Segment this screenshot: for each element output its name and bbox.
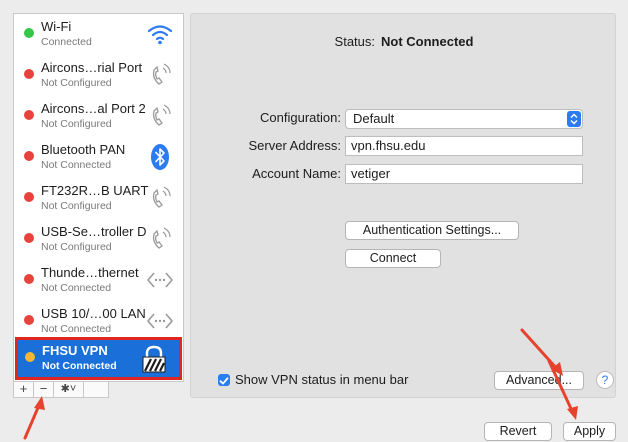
service-fhsu-vpn[interactable]: FHSU VPN Not Connected	[15, 337, 182, 380]
service-status: Not Configured	[41, 241, 112, 253]
wifi-icon	[147, 25, 173, 45]
service-status: Not Connected	[41, 282, 112, 294]
service-aircons-serial-port[interactable]: Aircons…rial Port Not Configured	[14, 55, 183, 96]
service-status: Not Connected	[42, 360, 117, 372]
status-dot	[25, 352, 35, 362]
revert-button[interactable]: Revert	[484, 422, 552, 441]
service-status: Not Configured	[41, 200, 112, 212]
bluetooth-icon	[151, 144, 169, 170]
service-name: Aircons…rial Port	[41, 60, 143, 75]
status-dot	[24, 69, 34, 79]
status-dot	[24, 110, 34, 120]
service-status: Not Connected	[41, 323, 112, 335]
phone-icon	[152, 227, 171, 249]
service-status: Not Configured	[41, 77, 112, 89]
status-dot	[24, 192, 34, 202]
configuration-select[interactable]: Default	[345, 109, 583, 129]
service-name: FT232R…B UART	[41, 183, 149, 198]
service-name: Thunde…thernet	[41, 265, 139, 280]
add-service-button[interactable]: +	[14, 382, 34, 397]
gear-menu-button[interactable]: ✱˅	[54, 382, 84, 397]
configuration-label: Configuration:	[260, 110, 341, 125]
service-wifi[interactable]: Wi-Fi Connected	[14, 14, 183, 55]
show-vpn-status-label: Show VPN status in menu bar	[235, 372, 409, 387]
service-thunderbolt-ethernet[interactable]: Thunde…thernet Not Connected	[14, 260, 183, 301]
status-dot	[24, 274, 34, 284]
phone-icon	[152, 186, 171, 208]
status-dot	[24, 233, 34, 243]
vpn-lock-icon	[142, 345, 166, 373]
status-label: Status:	[334, 34, 375, 49]
authentication-settings-button[interactable]: Authentication Settings...	[345, 221, 519, 240]
status-dot	[24, 315, 34, 325]
service-aircons-serial-port-2[interactable]: Aircons…al Port 2 Not Configured	[14, 96, 183, 137]
service-status: Not Connected	[41, 159, 112, 171]
server-address-label: Server Address:	[248, 138, 342, 153]
service-name: Bluetooth PAN	[41, 142, 126, 157]
account-name-field[interactable]: vetiger	[345, 164, 583, 184]
advanced-button[interactable]: Advanced...	[494, 371, 584, 390]
help-button[interactable]: ?	[596, 371, 614, 389]
ethernet-icon	[147, 313, 173, 329]
configuration-value: Default	[353, 111, 395, 126]
vpn-detail-panel: Status: Not Connected Configuration: Defa…	[190, 13, 616, 398]
service-list-controls: + − ✱˅	[13, 382, 109, 398]
service-name: Wi-Fi	[41, 19, 72, 34]
server-address-field[interactable]: vpn.fhsu.edu	[345, 136, 583, 156]
apply-button[interactable]: Apply	[563, 422, 616, 441]
select-stepper-icon	[567, 111, 581, 127]
status-value: Not Connected	[381, 34, 474, 49]
ethernet-icon	[147, 272, 173, 288]
network-preferences-window: Wi-Fi Connected Aircons…rial Port Not Co…	[0, 0, 628, 442]
status-dot	[24, 28, 34, 38]
connect-button[interactable]: Connect	[345, 249, 441, 268]
service-name: Aircons…al Port 2	[41, 101, 146, 116]
service-status: Connected	[41, 36, 92, 48]
show-vpn-status-checkbox[interactable]	[218, 374, 230, 386]
phone-icon	[152, 63, 171, 85]
service-usb-lan[interactable]: USB 10/…00 LAN Not Connected	[14, 301, 183, 342]
phone-icon	[152, 104, 171, 126]
account-name-label: Account Name:	[252, 166, 341, 181]
checkmark-icon	[219, 377, 229, 385]
remove-service-button[interactable]: −	[34, 382, 54, 397]
service-bluetooth-pan[interactable]: Bluetooth PAN Not Connected	[14, 137, 183, 178]
status-dot	[24, 151, 34, 161]
arrow-to-add-button	[23, 396, 45, 440]
service-status: Not Configured	[41, 118, 112, 130]
service-usb-serial-controller[interactable]: USB-Se…troller D Not Configured	[14, 219, 183, 260]
service-name: USB 10/…00 LAN	[41, 306, 146, 321]
service-name: USB-Se…troller D	[41, 224, 147, 239]
service-ft232r-uart[interactable]: FT232R…B UART Not Configured	[14, 178, 183, 219]
service-name: FHSU VPN	[42, 343, 108, 358]
status-line: Status: Not Connected	[191, 34, 617, 49]
service-list: Wi-Fi Connected Aircons…rial Port Not Co…	[13, 13, 184, 382]
